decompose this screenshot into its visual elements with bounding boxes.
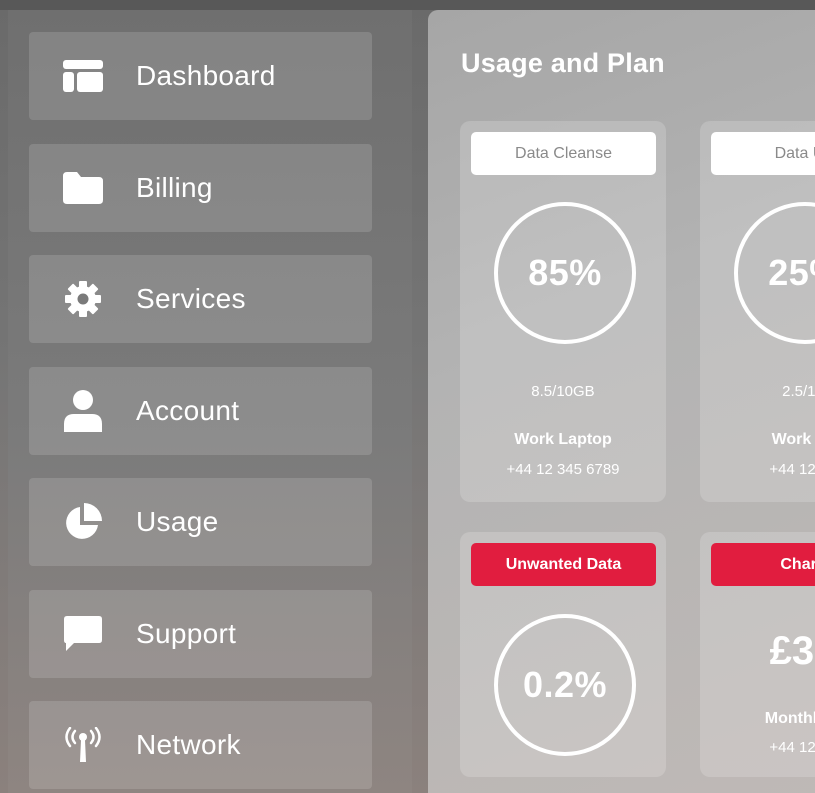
sidebar-item-network[interactable]: Network [29,701,372,789]
card-header: Data Cleanse [471,132,656,175]
sidebar-item-billing[interactable]: Billing [29,144,372,232]
data-usage-amount: 2.5/10 [782,383,815,400]
card-header: Charg [711,543,815,586]
plan-name: Monthly E [764,710,815,727]
folder-icon [61,166,105,210]
unwanted-percentage-ring: 0.2% [494,614,636,756]
usage-plan-panel: Usage and Plan Data Cleanse 85% 8.5/10GB… [428,10,815,793]
sidebar-item-label: Billing [136,172,213,203]
unwanted-data-card[interactable]: Unwanted Data 0.2% [460,532,666,777]
sidebar-item-label: Dashboard [136,60,276,91]
gear-icon [61,277,105,321]
phone-number: +44 12 34 [769,461,815,478]
sidebar-item-account[interactable]: Account [29,367,372,455]
phone-number: +44 12 345 6789 [506,461,620,478]
sidebar-item-dashboard[interactable]: Dashboard [29,32,372,120]
sidebar-item-label: Support [136,618,237,649]
charge-amount: £35 [769,629,815,673]
data-usage-card[interactable]: Data Us 25% 2.5/10 Work La +44 12 34 [700,121,815,502]
sidebar-item-usage[interactable]: Usage [29,478,372,566]
sidebar-item-label: Services [136,283,246,314]
usage-percentage-ring: 25% [734,202,815,344]
data-cleanse-card[interactable]: Data Cleanse 85% 8.5/10GB Work Laptop +4… [460,121,666,502]
device-name: Work La [771,431,815,448]
sidebar-item-label: Usage [136,506,219,537]
card-header: Unwanted Data [471,543,656,586]
sidebar-item-services[interactable]: Services [29,255,372,343]
pie-chart-icon [61,500,105,544]
sidebar-item-support[interactable]: Support [29,590,372,678]
data-usage-amount: 8.5/10GB [531,383,595,400]
charges-card[interactable]: Charg £35 Monthly E +44 12 34 [700,532,815,777]
user-icon [61,389,105,433]
sidebar: Dashboard Billing Services Account Usage… [8,10,412,793]
sidebar-item-label: Network [136,729,241,760]
page-title: Usage and Plan [461,48,665,78]
sidebar-item-label: Account [136,395,240,426]
antenna-icon [61,723,105,767]
device-name: Work Laptop [514,431,612,448]
usage-percentage-ring: 85% [494,202,636,344]
card-header: Data Us [711,132,815,175]
chat-icon [61,612,105,656]
window-top-bar [0,0,815,10]
phone-number: +44 12 34 [769,739,815,756]
dashboard-icon [61,54,105,98]
